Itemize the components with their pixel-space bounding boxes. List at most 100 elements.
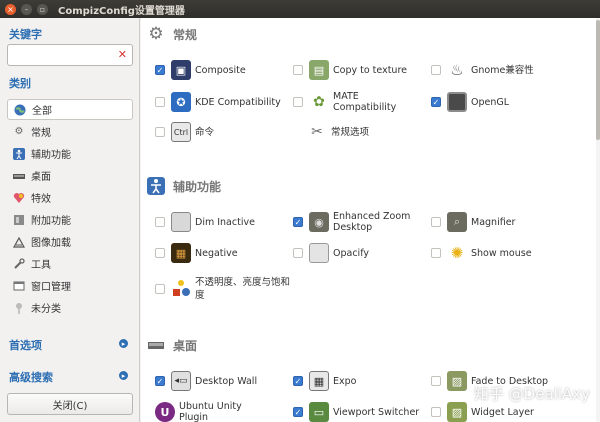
category-item-desktop[interactable]: 桌面 — [7, 165, 133, 186]
section-title: 常规 — [173, 27, 198, 42]
scrollbar[interactable] — [596, 18, 600, 422]
category-item-extras[interactable]: 附加功能 — [7, 209, 133, 230]
plugin-enhanced-zoom[interactable]: ✓ ◉ Enhanced Zoom Desktop — [293, 208, 433, 236]
plugin-checkbox[interactable] — [431, 376, 441, 386]
plugin-checkbox[interactable]: ✓ — [431, 97, 441, 107]
plugin-command[interactable]: Ctrl 命令 — [155, 118, 295, 146]
plugin-composite[interactable]: ✓ ▣ Composite — [155, 56, 295, 84]
watermark-text: 知乎 @DealiAxy — [473, 385, 590, 403]
category-item-all[interactable]: 全部 — [7, 99, 133, 120]
plugin-dim-inactive[interactable]: Dim Inactive — [155, 208, 295, 236]
puzzle-icon — [13, 214, 25, 226]
plugin-checkbox[interactable]: ✓ — [155, 65, 165, 75]
category-item-general[interactable]: ⚙ 常规 — [7, 121, 133, 142]
category-label: 未分类 — [31, 304, 61, 315]
plugin-checkbox[interactable] — [155, 127, 165, 137]
plugin-checkbox[interactable] — [293, 65, 303, 75]
section-title: 桌面 — [173, 338, 198, 353]
plugin-mate-compat[interactable]: ✿ MATE Compatibility — [293, 88, 433, 116]
category-label: 桌面 — [31, 172, 51, 183]
title-bar: × – ▫ CompizConfig设置管理器 — [0, 0, 600, 18]
clear-search-icon[interactable]: ✕ — [118, 48, 127, 61]
minimize-window-icon[interactable]: – — [21, 3, 32, 15]
category-item-accessibility[interactable]: 辅助功能 — [7, 143, 133, 164]
close-button[interactable]: 关闭(C) — [7, 393, 133, 415]
plugin-label: 不透明度、亮度与饱和度 — [195, 277, 291, 301]
accessibility-icon — [147, 177, 165, 195]
gear-icon: ⚙ — [14, 126, 24, 137]
category-item-tools[interactable]: 工具 — [7, 253, 133, 274]
advanced-search-arrow-icon[interactable]: ▸ — [119, 371, 128, 380]
plugin-negative[interactable]: ▦ Negative — [155, 239, 295, 267]
opacity-brightness-icon — [171, 279, 191, 299]
close-window-icon[interactable]: × — [5, 3, 16, 15]
plugin-label: Composite — [195, 64, 246, 76]
plugin-label: Negative — [195, 247, 238, 259]
advanced-search-link[interactable]: 高级搜索 — [9, 369, 53, 385]
plugin-checkbox[interactable]: ✓ — [293, 376, 303, 386]
plugin-opacity-brightness[interactable]: 不透明度、亮度与饱和度 — [155, 273, 295, 305]
kde-icon: ✪ — [171, 92, 191, 112]
category-label: 辅助功能 — [31, 150, 71, 161]
plugin-checkbox[interactable] — [431, 65, 441, 75]
plugin-opacify[interactable]: Opacify — [293, 239, 433, 267]
effects-icon — [13, 192, 25, 204]
plugin-copy-to-texture[interactable]: ▤ Copy to texture — [293, 56, 433, 84]
plugin-checkbox[interactable]: ✓ — [293, 407, 303, 417]
plugin-label: MATE Compatibility — [333, 91, 397, 113]
plugin-opengl[interactable]: ✓ OpenGL — [431, 88, 571, 116]
plugin-magnifier[interactable]: ⌕ Magnifier — [431, 208, 571, 236]
section-header-desktop: 桌面 — [141, 332, 600, 358]
search-input[interactable]: ✕ — [7, 44, 133, 66]
plugin-checkbox[interactable]: ✓ — [293, 217, 303, 227]
plugin-checkbox[interactable] — [155, 248, 165, 258]
globe-icon — [14, 104, 26, 116]
plugin-label: Enhanced Zoom Desktop — [333, 211, 411, 233]
keyword-heading: 关键字 — [9, 28, 42, 41]
category-item-window-management[interactable]: 窗口管理 — [7, 275, 133, 296]
plugin-checkbox[interactable] — [155, 284, 165, 294]
plugin-gnome-compat[interactable]: ♨ Gnome兼容性 — [431, 56, 571, 84]
preferences-link[interactable]: 首选项 — [9, 337, 42, 353]
plugin-general-options[interactable]: ✂ 常规选项 — [307, 118, 447, 146]
section-title: 辅助功能 — [173, 179, 222, 194]
plugin-expo[interactable]: ✓ ▦ Expo — [293, 367, 433, 395]
scrollbar-thumb[interactable] — [596, 20, 600, 140]
category-item-uncategorized[interactable]: 未分类 — [7, 297, 133, 318]
category-item-effects[interactable]: 特效 — [7, 187, 133, 208]
category-item-image-loading[interactable]: 图像加载 — [7, 231, 133, 252]
plugin-checkbox[interactable] — [155, 217, 165, 227]
preferences-arrow-icon[interactable]: ▸ — [119, 339, 128, 348]
plugin-label: KDE Compatibility — [195, 96, 281, 108]
expo-icon: ▦ — [309, 371, 329, 391]
plugin-label: Viewport Switcher — [333, 406, 420, 418]
plugin-label: OpenGL — [471, 96, 510, 108]
category-label: 附加功能 — [31, 216, 71, 227]
plugin-checkbox[interactable] — [431, 407, 441, 417]
command-icon: Ctrl — [171, 122, 191, 142]
plugin-label: Show mouse — [471, 247, 532, 259]
plugin-desktop-wall[interactable]: ✓ ◂▭ Desktop Wall — [155, 367, 295, 395]
plugin-checkbox[interactable] — [293, 97, 303, 107]
zoom-icon: ◉ — [309, 212, 329, 232]
desktop-wall-icon: ◂▭ — [171, 371, 191, 391]
plugin-checkbox[interactable]: ✓ — [155, 376, 165, 386]
sidebar: 关键字 ✕ 类别 全部 ⚙ 常规 辅助功能 桌面 特效 附加功能 图像加载 工具… — [0, 18, 140, 422]
plugin-kde-compat[interactable]: ✪ KDE Compatibility — [155, 88, 295, 116]
plugin-label: Gnome兼容性 — [471, 64, 534, 76]
pin-icon — [13, 302, 25, 314]
plugin-unity[interactable]: U Ubuntu Unity Plugin — [155, 399, 295, 422]
plugin-checkbox[interactable] — [431, 248, 441, 258]
maximize-window-icon[interactable]: ▫ — [37, 3, 48, 15]
plugin-label: Dim Inactive — [195, 216, 255, 228]
section-header-general: ⚙ 常规 — [141, 21, 600, 47]
category-label: 工具 — [31, 260, 51, 271]
plugin-show-mouse[interactable]: ✺ Show mouse — [431, 239, 571, 267]
section-header-accessibility: 辅助功能 — [141, 173, 600, 199]
plugin-viewport-switcher[interactable]: ✓ ▭ Viewport Switcher — [293, 399, 433, 422]
plugin-label: Copy to texture — [333, 64, 407, 76]
plugin-label: Ubuntu Unity Plugin — [179, 401, 242, 422]
plugin-checkbox[interactable] — [431, 217, 441, 227]
plugin-checkbox[interactable] — [293, 248, 303, 258]
plugin-checkbox[interactable] — [155, 97, 165, 107]
